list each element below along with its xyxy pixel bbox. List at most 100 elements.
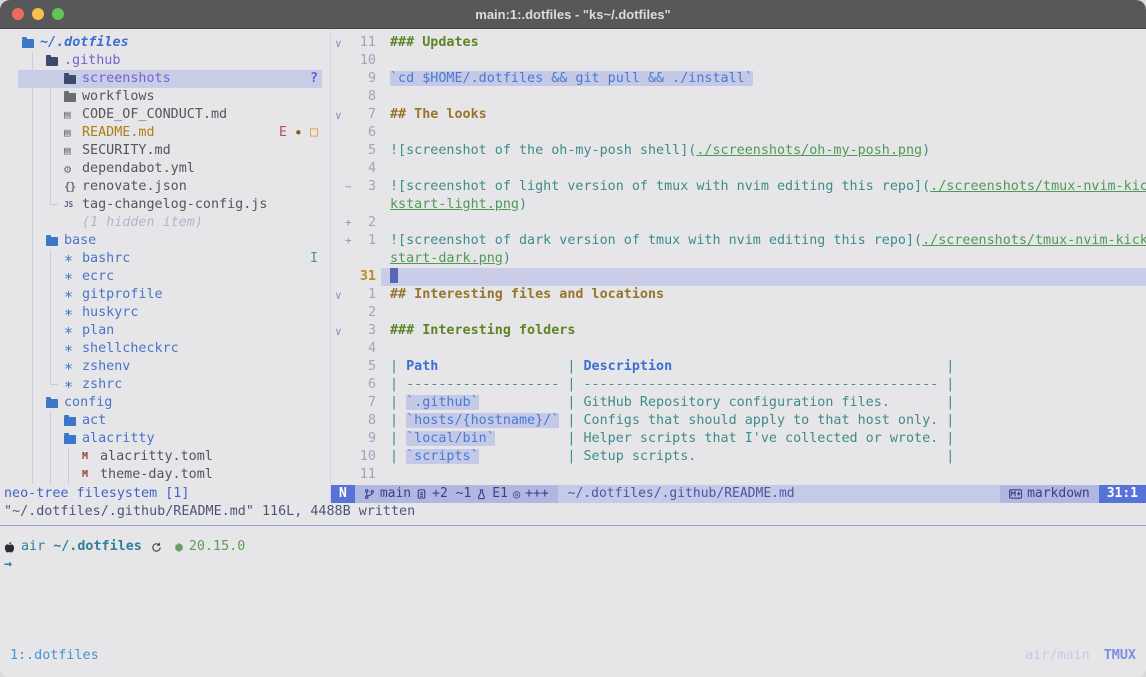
tree-item[interactable]: *bashrcI <box>0 250 330 268</box>
editor-line[interactable]: 5| Path | Description | <box>331 358 1146 376</box>
tree-item[interactable]: base <box>0 232 330 250</box>
star-icon: * <box>64 382 80 392</box>
tree-item[interactable]: alacritty <box>0 430 330 448</box>
tree-item-label: bashrc <box>82 250 130 268</box>
line-text <box>381 124 1146 142</box>
line-text <box>381 160 1146 178</box>
star-icon: * <box>64 310 80 320</box>
line-text: `cd $HOME/.dotfiles && git pull && ./ins… <box>381 70 1146 88</box>
editor-line[interactable]: 6 <box>331 124 1146 142</box>
tree-item[interactable]: config <box>0 394 330 412</box>
line-number: 5 <box>331 142 381 160</box>
tree-item-badges: ? <box>310 70 318 88</box>
tree-item[interactable]: ~/.dotfiles <box>0 34 330 52</box>
tree-item[interactable]: workflows <box>0 88 330 106</box>
toml-icon: M <box>82 466 98 484</box>
statusline-file-path: ~/.dotfiles/.github/README.md <box>558 485 1000 503</box>
editor-line[interactable]: 6| ------------------- | ---------------… <box>331 376 1146 394</box>
file-tree[interactable]: ~/.dotfiles.githubscreenshots?workflows▤… <box>0 29 330 503</box>
hunk-indicator: +++ <box>525 485 548 503</box>
line-number: 8 <box>331 88 381 106</box>
editor-line[interactable]: start-dark.png) <box>331 250 1146 268</box>
line-text: | `local/bin` | Helper scripts that I've… <box>381 430 1146 448</box>
editor-line[interactable]: kstart-light.png) <box>331 196 1146 214</box>
fold-icon[interactable]: ∨ <box>335 323 342 341</box>
gutter: ~3 <box>331 178 381 196</box>
gutter: ∨1 <box>331 286 381 304</box>
terminal-content: ~/.dotfiles.githubscreenshots?workflows▤… <box>0 29 1146 677</box>
zoom-button[interactable] <box>52 8 64 20</box>
editor-line[interactable]: 9`cd $HOME/.dotfiles && git pull && ./in… <box>331 70 1146 88</box>
line-text <box>381 214 1146 232</box>
tree-item[interactable]: *shellcheckrc <box>0 340 330 358</box>
tree-item[interactable]: *ecrc <box>0 268 330 286</box>
folder-icon <box>64 416 80 426</box>
tmux-window-label[interactable]: 1:.dotfiles <box>10 647 99 665</box>
tree-item[interactable]: *gitprofile <box>0 286 330 304</box>
file-icon: ▤ <box>64 110 80 120</box>
tree-item[interactable]: {}renovate.json <box>0 178 330 196</box>
tree-item[interactable]: *plan <box>0 322 330 340</box>
line-text: ### Updates <box>381 34 1146 52</box>
line-number: 9 <box>331 70 381 88</box>
close-button[interactable] <box>12 8 24 20</box>
editor-line[interactable]: 8| `hosts/{hostname}/` | Configs that sh… <box>331 412 1146 430</box>
editor-line[interactable]: ~3![screenshot of light version of tmux … <box>331 178 1146 196</box>
editor-line[interactable]: 4 <box>331 160 1146 178</box>
line-text: ### Interesting folders <box>381 322 1146 340</box>
editor-line[interactable]: +2 <box>331 214 1146 232</box>
tree-item[interactable]: Mtheme-day.toml <box>0 466 330 484</box>
editor-line[interactable]: 2 <box>331 304 1146 322</box>
file-icon: ▤ <box>64 146 80 156</box>
editor-line[interactable]: 8 <box>331 88 1146 106</box>
tree-item[interactable]: ▤SECURITY.md <box>0 142 330 160</box>
tmux-session-name: air/main <box>1025 647 1090 665</box>
fold-icon[interactable]: ∨ <box>335 107 342 125</box>
mode-indicator: N <box>331 485 355 503</box>
fold-icon[interactable]: ∨ <box>335 287 342 305</box>
editor-line[interactable]: ∨3### Interesting folders <box>331 322 1146 340</box>
editor-line[interactable]: 9| `local/bin` | Helper scripts that I'v… <box>331 430 1146 448</box>
tree-item[interactable]: ▤CODE_OF_CONDUCT.md <box>0 106 330 124</box>
tree-item-label: act <box>82 412 106 430</box>
gutter: 6 <box>331 376 381 394</box>
editor-line[interactable]: ∨11### Updates <box>331 34 1146 52</box>
editor-pane[interactable]: ∨11### Updates109`cd $HOME/.dotfiles && … <box>330 29 1146 503</box>
tmux-pane-divider[interactable] <box>0 525 1146 526</box>
minimize-button[interactable] <box>32 8 44 20</box>
tree-item[interactable]: .github <box>0 52 330 70</box>
js-icon: JS <box>64 196 80 214</box>
gutter <box>331 196 381 214</box>
editor-line[interactable]: 5![screenshot of the oh-my-posh shell](.… <box>331 142 1146 160</box>
gutter: 4 <box>331 160 381 178</box>
editor-line[interactable]: 10| `scripts` | Setup scripts. | <box>331 448 1146 466</box>
editor-line[interactable]: ∨7## The looks <box>331 106 1146 124</box>
gutter: 10 <box>331 448 381 466</box>
editor-line[interactable]: 7| `.github` | GitHub Repository configu… <box>331 394 1146 412</box>
editor-line[interactable]: 10 <box>331 52 1146 70</box>
shell-pane[interactable]: air ~/.dotfiles 20.15.0 → <box>4 538 1146 574</box>
editor-line[interactable]: ∨1## Interesting files and locations <box>331 286 1146 304</box>
tree-item[interactable]: ⚙dependabot.yml <box>0 160 330 178</box>
flask-icon <box>476 488 487 500</box>
tree-item[interactable]: ▤README.mdE•□ <box>0 124 330 142</box>
tree-item[interactable]: (1 hidden item) <box>0 214 330 232</box>
editor-line[interactable]: 4 <box>331 340 1146 358</box>
tmux-status-bar: 1:.dotfiles air/main TMUX <box>0 646 1146 666</box>
tree-item[interactable]: *zshenv <box>0 358 330 376</box>
tree-item[interactable]: screenshots? <box>0 70 330 88</box>
window-title: main:1:.dotfiles - "ks~/.dotfiles" <box>475 7 670 22</box>
tree-item[interactable]: act <box>0 412 330 430</box>
gutter: ∨3 <box>331 322 381 340</box>
tree-item[interactable]: Malacritty.toml <box>0 448 330 466</box>
fold-icon[interactable]: ∨ <box>335 35 342 53</box>
folder-shape <box>64 75 76 84</box>
ibeam-cursor: I <box>310 250 318 268</box>
tree-item[interactable]: *huskyrc <box>0 304 330 322</box>
editor-line[interactable]: 31 <box>331 268 1146 286</box>
tree-item[interactable]: *zshrc <box>0 376 330 394</box>
gutter: 4 <box>331 340 381 358</box>
tree-item[interactable]: JStag-changelog-config.js <box>0 196 330 214</box>
editor-line[interactable]: +1![screenshot of dark version of tmux w… <box>331 232 1146 250</box>
editor-line[interactable]: 11 <box>331 466 1146 484</box>
